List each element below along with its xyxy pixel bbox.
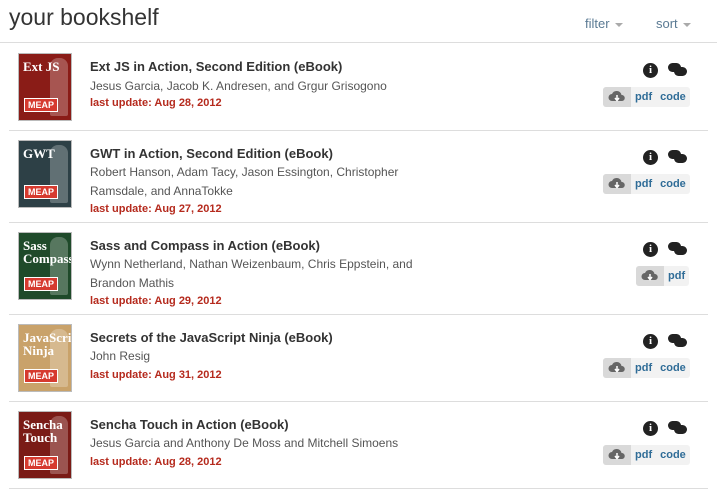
page-title: your bookshelf bbox=[9, 4, 159, 30]
download-group: pdf code bbox=[603, 445, 690, 465]
book-authors: Jesus Garcia, Jacob K. Andresen, and Grg… bbox=[90, 79, 387, 93]
cloud-download-icon[interactable] bbox=[603, 174, 631, 194]
caret-down-icon bbox=[614, 22, 623, 27]
comments-icon[interactable] bbox=[668, 421, 687, 435]
comments-icon[interactable] bbox=[668, 334, 687, 348]
book-cover[interactable]: Ext JS MEAP bbox=[18, 53, 72, 121]
last-update: last update: Aug 29, 2012 bbox=[90, 295, 222, 307]
header: your bookshelf filter sort bbox=[0, 0, 717, 43]
download-group: pdf code bbox=[603, 174, 690, 194]
download-code-link[interactable]: code bbox=[656, 174, 690, 194]
download-pdf-link[interactable]: pdf bbox=[631, 87, 656, 107]
download-pdf-link[interactable]: pdf bbox=[631, 174, 656, 194]
book-actions: i bbox=[643, 421, 687, 436]
book-title[interactable]: GWT in Action, Second Edition (eBook) bbox=[90, 146, 333, 161]
cloud-download-icon[interactable] bbox=[603, 358, 631, 378]
book-actions: i bbox=[643, 242, 687, 257]
cloud-download-icon[interactable] bbox=[636, 266, 664, 286]
meap-badge: MEAP bbox=[24, 277, 59, 291]
book-cover[interactable]: Sencha Touch MEAP bbox=[18, 411, 72, 479]
meap-badge: MEAP bbox=[24, 185, 59, 199]
book-cover[interactable]: JavaScript Ninja MEAP bbox=[18, 324, 72, 392]
book-row: Sass Compass MEAP Sass and Compass in Ac… bbox=[9, 222, 708, 315]
filter-dropdown[interactable]: filter bbox=[585, 16, 623, 31]
sort-label: sort bbox=[656, 16, 678, 31]
cloud-download-icon[interactable] bbox=[603, 445, 631, 465]
book-cover[interactable]: Sass Compass MEAP bbox=[18, 232, 72, 300]
book-row: Ext JS MEAP Ext JS in Action, Second Edi… bbox=[9, 43, 708, 131]
book-authors: Jesus Garcia and Anthony De Moss and Mit… bbox=[90, 436, 399, 450]
book-authors: Robert Hanson, Adam Tacy, Jason Essingto… bbox=[90, 165, 399, 198]
book-title[interactable]: Secrets of the JavaScript Ninja (eBook) bbox=[90, 330, 333, 345]
info-icon[interactable]: i bbox=[643, 242, 658, 257]
book-authors: John Resig bbox=[90, 349, 151, 363]
book-row: GWT MEAP GWT in Action, Second Edition (… bbox=[9, 130, 708, 223]
book-actions: i bbox=[643, 150, 687, 165]
book-row: JavaScript Ninja MEAP Secrets of the Jav… bbox=[9, 314, 708, 402]
download-code-link[interactable]: code bbox=[656, 445, 690, 465]
book-actions: i bbox=[643, 334, 687, 349]
download-code-link[interactable]: code bbox=[656, 87, 690, 107]
meap-badge: MEAP bbox=[24, 456, 59, 470]
caret-down-icon bbox=[682, 22, 691, 27]
meap-badge: MEAP bbox=[24, 98, 59, 112]
last-update: last update: Aug 31, 2012 bbox=[90, 369, 222, 381]
meap-badge: MEAP bbox=[24, 369, 59, 383]
download-code-link[interactable]: code bbox=[656, 358, 690, 378]
download-group: pdf code bbox=[603, 87, 690, 107]
book-authors: Wynn Netherland, Nathan Weizenbaum, Chri… bbox=[90, 257, 413, 290]
book-cover[interactable]: GWT MEAP bbox=[18, 140, 72, 208]
info-icon[interactable]: i bbox=[643, 150, 658, 165]
sort-dropdown[interactable]: sort bbox=[656, 16, 691, 31]
comments-icon[interactable] bbox=[668, 150, 687, 164]
book-title[interactable]: Sencha Touch in Action (eBook) bbox=[90, 417, 289, 432]
download-pdf-link[interactable]: pdf bbox=[664, 266, 689, 286]
book-title[interactable]: Ext JS in Action, Second Edition (eBook) bbox=[90, 59, 342, 74]
comments-icon[interactable] bbox=[668, 63, 687, 77]
filter-label: filter bbox=[585, 16, 610, 31]
cloud-download-icon[interactable] bbox=[603, 87, 631, 107]
info-icon[interactable]: i bbox=[643, 63, 658, 78]
last-update: last update: Aug 28, 2012 bbox=[90, 456, 222, 468]
info-icon[interactable]: i bbox=[643, 421, 658, 436]
download-group: pdf bbox=[636, 266, 690, 286]
last-update: last update: Aug 27, 2012 bbox=[90, 203, 222, 215]
last-update: last update: Aug 28, 2012 bbox=[90, 97, 222, 109]
book-actions: i bbox=[643, 63, 687, 78]
download-pdf-link[interactable]: pdf bbox=[631, 358, 656, 378]
book-title[interactable]: Sass and Compass in Action (eBook) bbox=[90, 238, 320, 253]
comments-icon[interactable] bbox=[668, 242, 687, 256]
info-icon[interactable]: i bbox=[643, 334, 658, 349]
book-row: Sencha Touch MEAP Sencha Touch in Action… bbox=[9, 401, 708, 489]
download-group: pdf code bbox=[603, 358, 690, 378]
download-pdf-link[interactable]: pdf bbox=[631, 445, 656, 465]
